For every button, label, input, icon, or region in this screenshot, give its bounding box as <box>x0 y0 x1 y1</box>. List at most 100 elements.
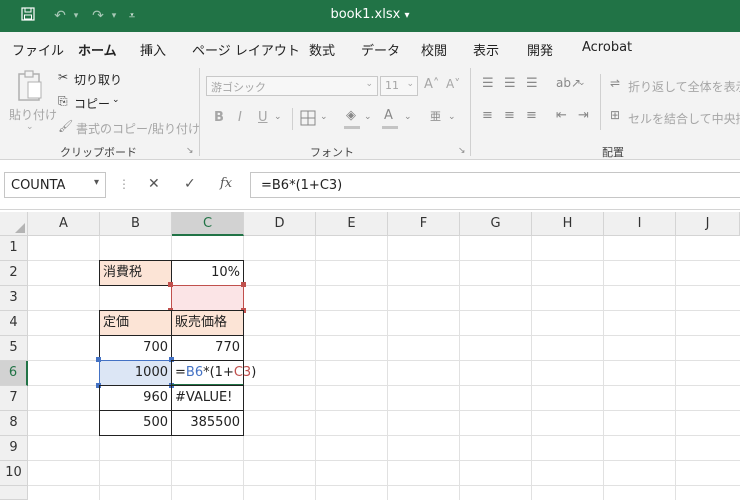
chevron-down-icon[interactable]: ⌄ <box>320 112 328 122</box>
row-header-6[interactable]: 6 <box>0 361 28 386</box>
reference-handle[interactable] <box>96 357 101 362</box>
row-header-10[interactable]: 10 <box>0 461 28 486</box>
tab-formulas[interactable]: 数式 <box>309 40 335 59</box>
merge-center-icon: ⊞ <box>610 108 621 122</box>
tab-home[interactable]: ホーム <box>78 40 117 65</box>
column-header-j[interactable]: J <box>676 212 740 236</box>
title-arrow[interactable]: ▾ <box>404 10 409 21</box>
gridline <box>28 485 740 486</box>
tab-review[interactable]: 校閲 <box>421 40 447 59</box>
column-header-h[interactable]: H <box>532 212 604 236</box>
underline-button[interactable]: U <box>258 110 268 125</box>
align-bottom-icon[interactable]: ☰ <box>526 76 538 91</box>
paste-dropdown-icon[interactable]: ⌄ <box>26 122 34 132</box>
cell-c4[interactable]: 販売価格 <box>171 310 244 336</box>
separator <box>600 74 601 130</box>
cell-b6[interactable]: 1000 <box>99 360 172 386</box>
column-header-a[interactable]: A <box>28 212 100 236</box>
row-header-8[interactable]: 8 <box>0 411 28 436</box>
row-header-7[interactable]: 7 <box>0 386 28 411</box>
formula-end: ) <box>251 365 257 380</box>
paste-button[interactable]: 貼り付け ⌄ <box>8 70 57 136</box>
reference-handle[interactable] <box>168 282 173 287</box>
bold-button[interactable]: B <box>214 110 224 125</box>
cell-c5[interactable]: 770 <box>171 335 244 361</box>
cell-c7[interactable]: #VALUE! <box>171 385 244 411</box>
tab-insert[interactable]: 挿入 <box>140 40 166 59</box>
copy-button[interactable]: コピー <box>74 95 110 112</box>
tab-data[interactable]: データ <box>361 40 400 59</box>
active-cell-c6[interactable]: =B6*(1+C3) <box>171 360 256 386</box>
row-header-4[interactable]: 4 <box>0 311 28 336</box>
chevron-down-icon[interactable]: ⌄ <box>274 112 282 122</box>
cut-button[interactable]: 切り取り <box>74 71 122 88</box>
column-header-f[interactable]: F <box>388 212 460 236</box>
align-left-icon[interactable]: ≡ <box>482 108 493 123</box>
insert-function-button[interactable]: fx <box>220 176 232 191</box>
column-header-e[interactable]: E <box>316 212 388 236</box>
merge-center-button[interactable]: セルを結合して中央揃え <box>628 110 740 127</box>
cell-b4[interactable]: 定価 <box>99 310 172 336</box>
chevron-down-icon[interactable]: ▾ <box>94 177 99 188</box>
border-icon[interactable] <box>300 110 316 126</box>
formula-input[interactable]: =B6*(1+C3) <box>250 172 740 198</box>
wrap-text-button[interactable]: 折り返して全体を表示す <box>628 78 740 95</box>
fill-color-icon[interactable]: ◈ <box>346 108 356 123</box>
chevron-down-icon[interactable]: ⌄ <box>364 112 372 122</box>
chevron-down-icon[interactable]: ⌄ <box>578 78 586 88</box>
title-bar: ↶ ▾ ↷ ▾ ⩡ book1.xlsx ▾ <box>0 0 740 32</box>
row-header-1[interactable]: 1 <box>0 236 28 261</box>
grow-font-button[interactable]: A˄ <box>424 77 439 92</box>
row-header-2[interactable]: 2 <box>0 261 28 286</box>
cell-c2[interactable]: 10% <box>171 260 244 286</box>
column-header-g[interactable]: G <box>460 212 532 236</box>
font-launcher-icon[interactable]: ↘ <box>458 146 466 156</box>
align-top-icon[interactable]: ☰ <box>482 76 494 91</box>
increase-indent-icon[interactable]: ⇥ <box>578 108 589 123</box>
column-header-c[interactable]: C <box>172 212 244 236</box>
shrink-font-button[interactable]: A˅ <box>446 77 460 91</box>
cell-b7[interactable]: 960 <box>99 385 172 411</box>
align-right-icon[interactable]: ≡ <box>526 108 537 123</box>
column-header-i[interactable]: I <box>604 212 676 236</box>
chevron-down-icon[interactable]: ⌄ <box>404 112 412 122</box>
cancel-button[interactable]: ✕ <box>148 176 160 192</box>
format-painter-button[interactable]: 書式のコピー/貼り付け <box>76 120 200 137</box>
row-header-3[interactable]: 3 <box>0 286 28 311</box>
enter-button[interactable]: ✓ <box>184 176 196 192</box>
row-header-9[interactable]: 9 <box>0 436 28 461</box>
column-header-d[interactable]: D <box>244 212 316 236</box>
tab-acrobat[interactable]: Acrobat <box>582 40 632 55</box>
font-size-value: 11 <box>385 79 399 92</box>
phonetic-guide-icon[interactable]: 亜 <box>430 108 441 124</box>
clipboard-launcher-icon[interactable]: ↘ <box>186 146 194 156</box>
tab-file[interactable]: ファイル <box>12 40 64 59</box>
formula-eq: = <box>175 365 186 380</box>
cell-b2[interactable]: 消費税 <box>99 260 172 286</box>
cell-c3-reference[interactable] <box>171 285 244 311</box>
align-center-icon[interactable]: ≡ <box>504 108 515 123</box>
decrease-indent-icon[interactable]: ⇤ <box>556 108 567 123</box>
cell-c8[interactable]: 385500 <box>171 410 244 436</box>
cell-b8[interactable]: 500 <box>99 410 172 436</box>
font-size-box[interactable]: 11 ⌄ <box>380 76 418 96</box>
cell-b5[interactable]: 700 <box>99 335 172 361</box>
chevron-down-icon[interactable]: ⌄ <box>448 112 456 122</box>
separator <box>470 68 471 156</box>
reference-handle[interactable] <box>241 282 246 287</box>
chevron-down-icon: ⌄ <box>406 79 414 89</box>
column-header-b[interactable]: B <box>100 212 172 236</box>
row-header-5[interactable]: 5 <box>0 336 28 361</box>
font-color-icon[interactable]: A <box>384 108 393 123</box>
tab-view[interactable]: 表示 <box>473 40 499 59</box>
tab-page-layout[interactable]: ページ レイアウト <box>192 40 300 59</box>
separator <box>199 68 200 156</box>
name-box[interactable]: COUNTA ▾ <box>4 172 106 198</box>
row-header-11[interactable] <box>0 486 28 500</box>
select-all-button[interactable] <box>0 212 28 236</box>
italic-button[interactable]: I <box>238 110 242 125</box>
copy-dropdown-icon[interactable]: ⌄ <box>112 95 120 105</box>
font-name-box[interactable]: 游ゴシック ⌄ <box>206 76 378 96</box>
tab-developer[interactable]: 開発 <box>527 40 553 59</box>
align-middle-icon[interactable]: ☰ <box>504 76 516 91</box>
